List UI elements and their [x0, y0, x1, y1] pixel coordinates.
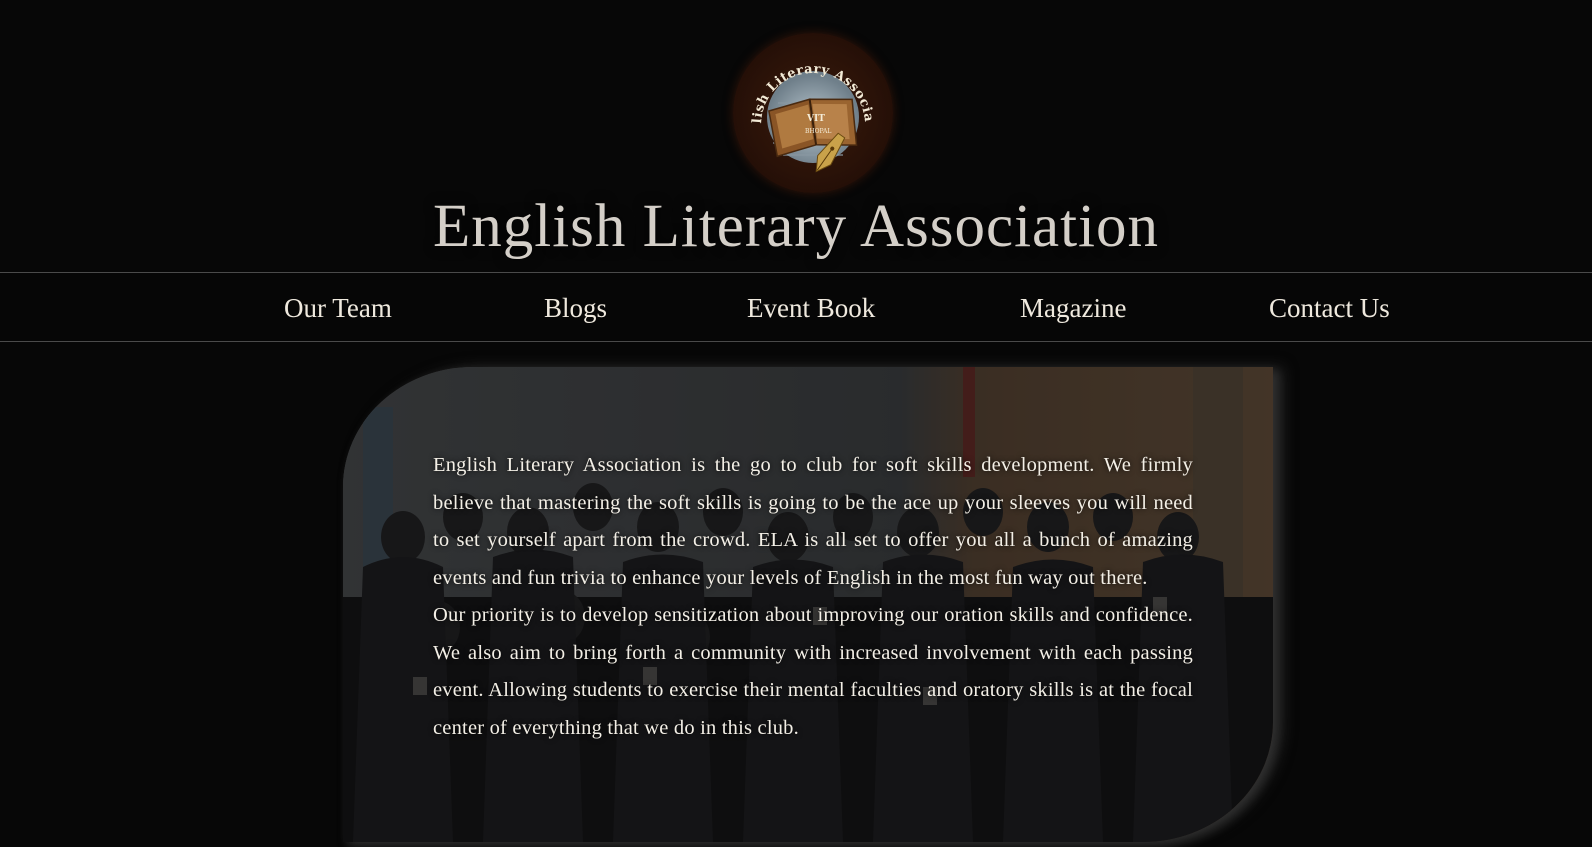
nav-event-book[interactable]: Event Book [747, 293, 875, 324]
nav-our-team[interactable]: Our Team [284, 293, 392, 324]
nav-contact-us[interactable]: Contact Us [1269, 293, 1390, 324]
logo-book-subtext: BHOPAL [805, 128, 831, 135]
about-text: English Literary Association is the go t… [433, 447, 1193, 747]
nav-magazine[interactable]: Magazine [1020, 293, 1126, 324]
page: VIT BHOPAL English Literary Association … [0, 0, 1592, 847]
about-section: English Literary Association is the go t… [343, 367, 1273, 842]
logo-emblem-icon: VIT BHOPAL English Literary Association [733, 33, 876, 173]
about-paragraph-2: Our priority is to develop sensitization… [433, 604, 1193, 739]
nav-blogs[interactable]: Blogs [544, 293, 607, 324]
ela-logo[interactable]: VIT BHOPAL English Literary Association [733, 33, 893, 193]
main-nav: Our Team Blogs Event Book Magazine Conta… [0, 272, 1592, 342]
logo-book-text: VIT [806, 114, 825, 124]
about-paragraph-1: English Literary Association is the go t… [433, 454, 1193, 589]
site-title: English Literary Association [433, 193, 1159, 260]
